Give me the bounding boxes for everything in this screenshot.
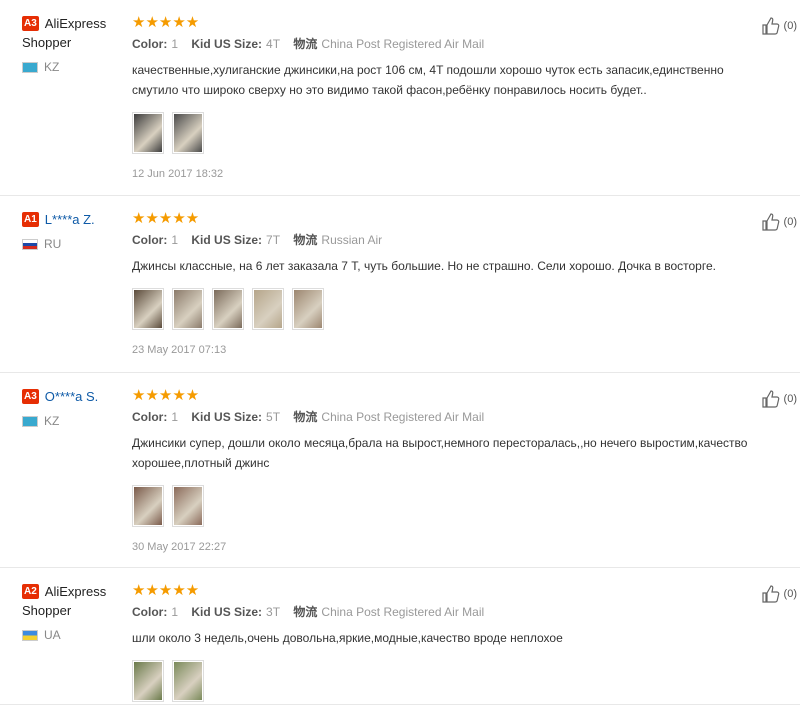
color-value: 1 xyxy=(171,233,179,247)
thumbs-up-icon xyxy=(761,585,779,603)
buyer-level-badge: A3 xyxy=(22,16,39,31)
color-label: Color: xyxy=(132,605,168,619)
size-value: 7T xyxy=(266,233,281,247)
thumbs-up-icon xyxy=(761,390,779,408)
helpful-button[interactable]: (0) xyxy=(761,212,797,232)
review-content: ★★★★★ Color: 1 Kid US Size: 3T 物流 China Pos… xyxy=(132,582,752,702)
reviewer-info: A2 AliExpress Shopper UA xyxy=(22,582,122,642)
country-code: UA xyxy=(44,628,61,642)
review-text: Джинсы классные, на 6 лет заказала 7 Т, … xyxy=(132,259,716,273)
review-content: ★★★★★ Color: 1 Kid US Size: 4T 物流 China Pos… xyxy=(132,14,752,180)
review-photo-thumbnail[interactable] xyxy=(172,485,204,527)
reviewer-info: A3 AliExpress Shopper KZ xyxy=(22,14,122,74)
thumbs-up-icon xyxy=(761,17,779,35)
order-attributes: Color: 1 Kid US Size: 7T 物流 Russian Air xyxy=(132,232,752,248)
review-photo-thumbnail[interactable] xyxy=(212,288,244,330)
shipping-value: Russian Air xyxy=(321,233,383,247)
review-photos xyxy=(132,112,752,154)
helpful-button[interactable]: (0) xyxy=(761,389,797,409)
review-item: A3 O****a S. KZ ★★★★★ Color: 1 Kid US Size… xyxy=(0,373,800,568)
size-label: Kid US Size: xyxy=(191,410,263,424)
reviewer-name[interactable]: L****a Z. xyxy=(45,212,95,227)
color-label: Color: xyxy=(132,410,168,424)
review-photo-thumbnail[interactable] xyxy=(252,288,284,330)
color-label: Color: xyxy=(132,233,168,247)
buyer-level-badge: A3 xyxy=(22,389,39,404)
review-text: качественные,хулиганские джинсики,на рос… xyxy=(132,63,724,97)
country-flag-icon xyxy=(22,238,38,250)
helpful-count: (0) xyxy=(783,216,797,228)
buyer-level-badge: A2 xyxy=(22,584,39,599)
reviewer-info: A3 O****a S. KZ xyxy=(22,387,122,428)
review-photos xyxy=(132,288,752,330)
shipping-value: China Post Registered Air Mail xyxy=(321,410,485,424)
color-label: Color: xyxy=(132,37,168,51)
buyer-level-badge: A1 xyxy=(22,212,39,227)
review-photo-thumbnail[interactable] xyxy=(132,112,164,154)
order-attributes: Color: 1 Kid US Size: 3T 物流 China Post Regi… xyxy=(132,604,752,620)
reviewer-info: A1 L****a Z. RU xyxy=(22,210,122,251)
star-rating: ★★★★★ xyxy=(132,14,200,31)
country-code: KZ xyxy=(44,414,60,428)
reviewer-country: RU xyxy=(22,237,122,251)
order-attributes: Color: 1 Kid US Size: 4T 物流 China Post Regi… xyxy=(132,36,752,52)
color-value: 1 xyxy=(171,605,179,619)
review-photo-thumbnail[interactable] xyxy=(132,660,164,702)
review-photo-thumbnail[interactable] xyxy=(132,485,164,527)
review-photo-thumbnail[interactable] xyxy=(172,660,204,702)
shipping-label: 物流 xyxy=(293,233,318,247)
size-value: 4T xyxy=(266,37,281,51)
size-value: 3T xyxy=(266,605,281,619)
review-item: A2 AliExpress Shopper UA ★★★★★ Color: 1 Ki… xyxy=(0,568,800,705)
size-label: Kid US Size: xyxy=(191,233,263,247)
review-item: A1 L****a Z. RU ★★★★★ Color: 1 Kid US Size… xyxy=(0,196,800,373)
country-code: KZ xyxy=(44,60,60,74)
helpful-button[interactable]: (0) xyxy=(761,584,797,604)
reviewer-country: KZ xyxy=(22,414,122,428)
shipping-value: China Post Registered Air Mail xyxy=(321,605,485,619)
reviewer-country: UA xyxy=(22,628,122,642)
thumbs-up-icon xyxy=(761,213,779,231)
review-date: 23 May 2017 07:13 xyxy=(132,344,227,356)
size-label: Kid US Size: xyxy=(191,605,263,619)
review-content: ★★★★★ Color: 1 Kid US Size: 5T 物流 China Pos… xyxy=(132,387,752,553)
color-value: 1 xyxy=(171,410,179,424)
review-photos xyxy=(132,485,752,527)
review-text: шли около 3 недель,очень довольна,яркие,… xyxy=(132,631,563,645)
shipping-value: China Post Registered Air Mail xyxy=(321,37,485,51)
review-item: A3 AliExpress Shopper KZ ★★★★★ Color: 1 Ki… xyxy=(0,0,800,196)
review-photo-thumbnail[interactable] xyxy=(172,112,204,154)
review-photos xyxy=(132,660,752,702)
review-text: Джинсики супер, дошли около месяца,брала… xyxy=(132,436,748,470)
star-rating: ★★★★★ xyxy=(132,582,200,599)
shipping-label: 物流 xyxy=(293,605,318,619)
star-rating: ★★★★★ xyxy=(132,210,200,227)
size-label: Kid US Size: xyxy=(191,37,263,51)
helpful-button[interactable]: (0) xyxy=(761,16,797,36)
review-date: 12 Jun 2017 18:32 xyxy=(132,168,224,180)
review-photo-thumbnail[interactable] xyxy=(132,288,164,330)
reviewer-country: KZ xyxy=(22,60,122,74)
country-flag-icon xyxy=(22,61,38,73)
star-rating: ★★★★★ xyxy=(132,387,200,404)
helpful-count: (0) xyxy=(783,20,797,32)
helpful-count: (0) xyxy=(783,393,797,405)
country-code: RU xyxy=(44,237,62,251)
country-flag-icon xyxy=(22,629,38,641)
review-photo-thumbnail[interactable] xyxy=(172,288,204,330)
review-date: 30 May 2017 22:27 xyxy=(132,541,227,553)
country-flag-icon xyxy=(22,415,38,427)
order-attributes: Color: 1 Kid US Size: 5T 物流 China Post Regi… xyxy=(132,409,752,425)
review-photo-thumbnail[interactable] xyxy=(292,288,324,330)
shipping-label: 物流 xyxy=(293,37,318,51)
size-value: 5T xyxy=(266,410,281,424)
review-content: ★★★★★ Color: 1 Kid US Size: 7T 物流 Russian A… xyxy=(132,210,752,356)
reviewer-name[interactable]: O****a S. xyxy=(45,389,98,404)
shipping-label: 物流 xyxy=(293,410,318,424)
color-value: 1 xyxy=(171,37,179,51)
helpful-count: (0) xyxy=(783,588,797,600)
